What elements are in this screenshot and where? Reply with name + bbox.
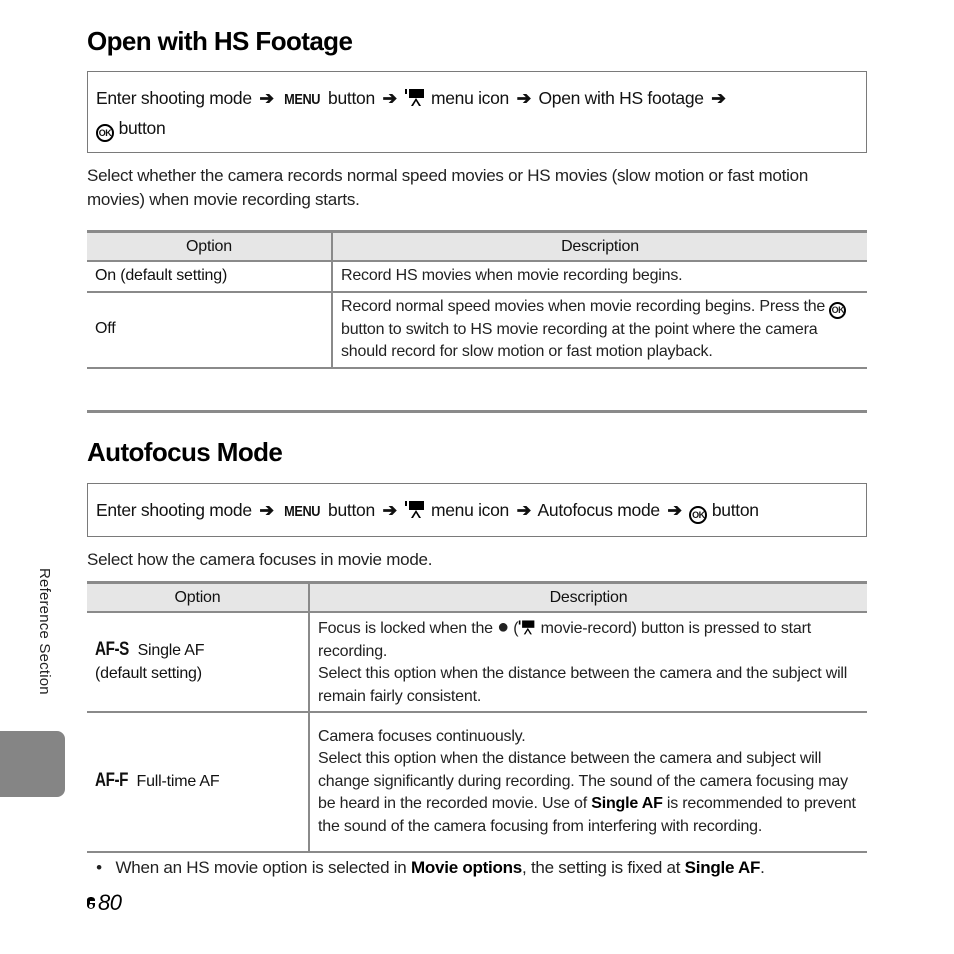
- procedure-step: menu icon: [430, 500, 509, 520]
- column-header-option: Option: [87, 581, 309, 613]
- reference-section-icon: [87, 897, 95, 909]
- procedure-step: Open with HS footage: [538, 88, 705, 108]
- movie-camera-icon: [405, 501, 425, 518]
- menu-button-icon: MENU: [284, 503, 321, 520]
- movie-camera-icon: [405, 89, 425, 106]
- procedure-step: Autofocus mode: [537, 500, 661, 520]
- af-f-icon: AF-F: [95, 770, 129, 792]
- side-section-label: Reference Section: [36, 568, 53, 695]
- table-row: On (default setting) Record HS movies wh…: [87, 261, 867, 293]
- table-header-row: Option Description: [87, 230, 867, 262]
- table-header-row: Option Description: [87, 581, 867, 613]
- table-row: AF-F Full-time AF Camera focuses continu…: [87, 712, 867, 853]
- section-autofocus-mode: Autofocus Mode: [87, 437, 867, 468]
- movie-camera-icon: [519, 620, 535, 635]
- arrow-icon: ➔: [382, 88, 397, 108]
- note-bullet: • When an HS movie option is selected in…: [87, 858, 765, 878]
- table-row: Off Record normal speed movies when movi…: [87, 291, 867, 369]
- option-cell: On (default setting): [87, 261, 332, 293]
- options-table: Option Description On (default setting) …: [87, 230, 867, 369]
- option-cell: Off: [87, 291, 332, 369]
- page-number: 80: [84, 890, 122, 916]
- description-cell: Record HS movies when movie recording be…: [331, 261, 867, 293]
- column-header-description: Description: [331, 230, 867, 262]
- arrow-icon: ➔: [259, 88, 274, 108]
- procedure-box: Enter shooting mode ➔ MENU button ➔ menu…: [87, 483, 867, 537]
- arrow-icon: ➔: [382, 500, 397, 520]
- procedure-step: Enter shooting mode: [96, 500, 252, 520]
- section-description: Select whether the camera records normal…: [87, 166, 809, 209]
- arrow-icon: ➔: [259, 500, 274, 520]
- option-cell: AF-S Single AF (default setting): [87, 612, 309, 713]
- procedure-step: menu icon: [430, 88, 509, 108]
- section-open-with-hs-footage: Open with HS Footage: [87, 26, 867, 57]
- options-table: Option Description AF-S Single AF (defau…: [87, 581, 867, 853]
- option-cell: AF-F Full-time AF: [87, 712, 309, 853]
- procedure-step: Enter shooting mode: [96, 88, 252, 108]
- procedure-step: button: [328, 88, 375, 108]
- section-description: Select how the camera focuses in movie m…: [87, 550, 433, 569]
- column-header-description: Description: [308, 581, 867, 613]
- procedure-step: button: [328, 500, 375, 520]
- arrow-icon: ➔: [667, 500, 682, 520]
- procedure-step: button: [711, 500, 759, 520]
- arrow-icon: ➔: [711, 88, 726, 108]
- record-dot-icon: ●: [497, 616, 509, 638]
- ok-button-icon: OK: [829, 301, 847, 319]
- column-header-option: Option: [87, 230, 332, 262]
- arrow-icon: ➔: [516, 500, 532, 520]
- section-title: Open with HS Footage: [87, 26, 353, 56]
- procedure-step: button: [118, 118, 166, 138]
- description-cell: Camera focuses continuously. Select this…: [308, 712, 867, 853]
- af-s-icon: AF-S: [95, 639, 129, 660]
- section-title: Autofocus Mode: [87, 437, 283, 467]
- procedure-box: Enter shooting mode ➔ MENU button ➔ menu…: [87, 71, 867, 153]
- section-divider: [87, 410, 867, 413]
- bullet-icon: •: [96, 858, 102, 877]
- table-row: AF-S Single AF (default setting) Focus i…: [87, 612, 867, 713]
- menu-button-icon: MENU: [284, 91, 321, 108]
- section-tab-marker: [0, 731, 65, 797]
- ok-button-icon: OK: [689, 506, 708, 524]
- description-cell: Record normal speed movies when movie re…: [331, 291, 867, 369]
- description-cell: Focus is locked when the ● ( movie-recor…: [308, 612, 867, 713]
- ok-button-icon: OK: [96, 124, 114, 142]
- arrow-icon: ➔: [516, 88, 532, 108]
